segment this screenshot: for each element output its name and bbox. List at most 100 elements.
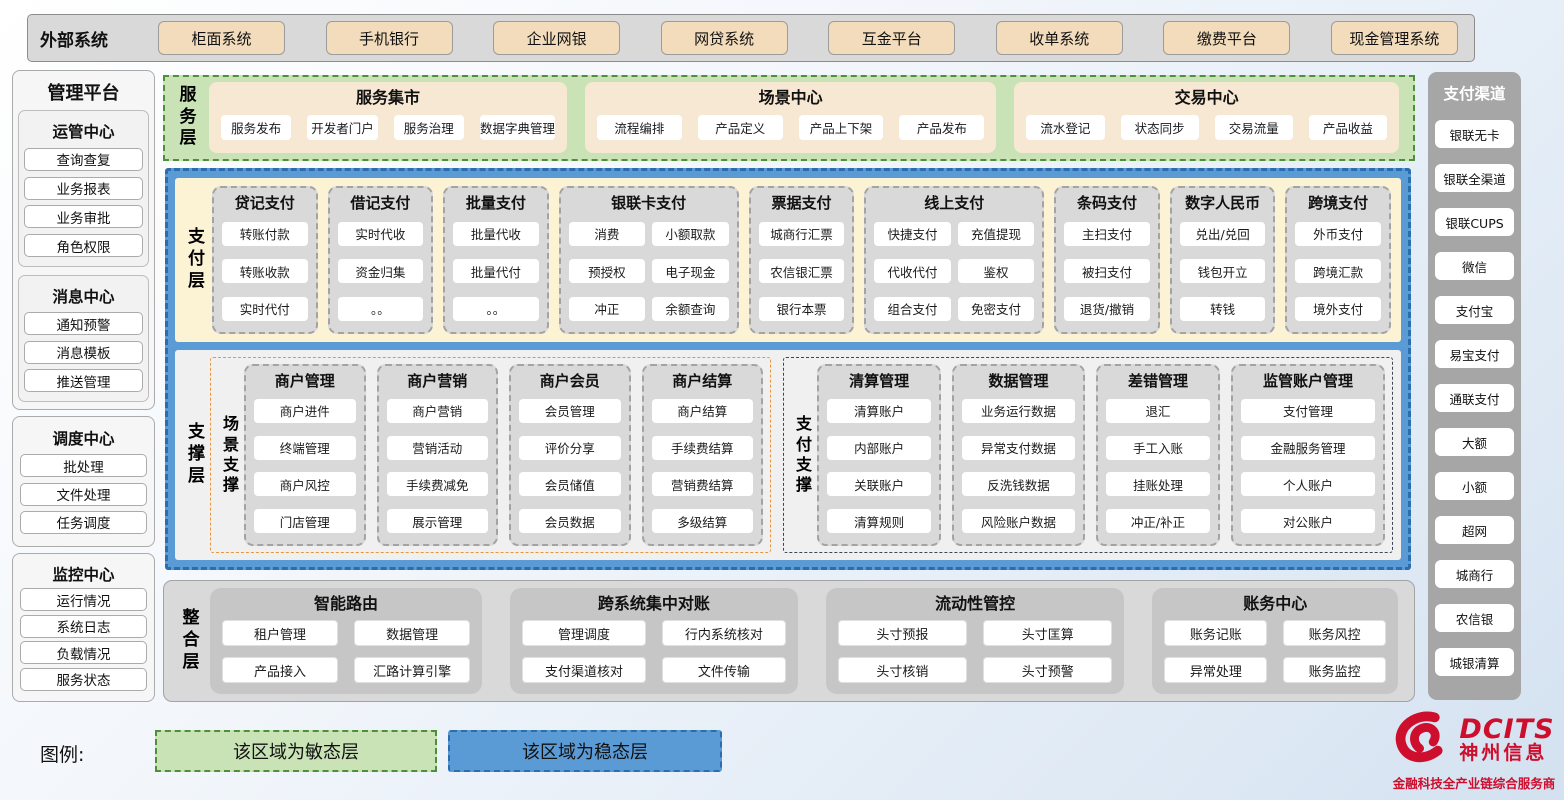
payment-item-button[interactable]: 。。	[338, 297, 424, 321]
payment-item-button[interactable]: 代收代付	[874, 259, 951, 283]
payment-item-button[interactable]: 转钱	[1180, 297, 1266, 321]
payment-channel-button[interactable]: 微信	[1435, 252, 1514, 280]
support-item-button[interactable]: 内部账户	[827, 436, 931, 460]
payment-item-button[interactable]: 跨境汇款	[1295, 259, 1381, 283]
service-item-button[interactable]: 交易流量	[1215, 115, 1293, 140]
support-item-button[interactable]: 对公账户	[1241, 509, 1375, 533]
support-item-button[interactable]: 手续费减免	[387, 472, 489, 496]
payment-item-button[interactable]: 资金归集	[338, 259, 424, 283]
payment-item-button[interactable]: 境外支付	[1295, 297, 1381, 321]
integration-item-button[interactable]: 头寸预警	[983, 657, 1112, 683]
support-item-button[interactable]: 退汇	[1106, 399, 1210, 423]
payment-item-button[interactable]: 转账收款	[222, 259, 308, 283]
support-item-button[interactable]: 营销费结算	[652, 472, 754, 496]
payment-channel-button[interactable]: 城银清算	[1435, 648, 1514, 676]
mgmt-item-button[interactable]: 运行情况	[20, 588, 147, 611]
support-item-button[interactable]: 清算规则	[827, 509, 931, 533]
service-item-button[interactable]: 产品发布	[899, 115, 984, 140]
integration-item-button[interactable]: 文件传输	[662, 657, 786, 683]
integration-item-button[interactable]: 头寸预报	[838, 620, 967, 646]
service-item-button[interactable]: 产品收益	[1309, 115, 1387, 140]
mgmt-item-button[interactable]: 批处理	[20, 454, 147, 477]
support-item-button[interactable]: 商户进件	[254, 399, 356, 423]
payment-item-button[interactable]: 实时代收	[338, 222, 424, 246]
support-item-button[interactable]: 会员管理	[519, 399, 621, 423]
payment-item-button[interactable]: 批量代付	[453, 259, 539, 283]
support-item-button[interactable]: 冲正/补正	[1106, 509, 1210, 533]
service-item-button[interactable]: 状态同步	[1121, 115, 1199, 140]
mgmt-item-button[interactable]: 业务审批	[24, 205, 143, 228]
mgmt-item-button[interactable]: 查询查复	[24, 148, 143, 171]
support-item-button[interactable]: 会员数据	[519, 509, 621, 533]
mgmt-item-button[interactable]: 服务状态	[20, 668, 147, 691]
integration-item-button[interactable]: 支付渠道核对	[522, 657, 646, 683]
integration-item-button[interactable]: 账务监控	[1283, 657, 1386, 683]
support-item-button[interactable]: 异常支付数据	[962, 436, 1075, 460]
mgmt-item-button[interactable]: 系统日志	[20, 615, 147, 638]
external-system-button[interactable]: 企业网银	[493, 21, 620, 55]
support-item-button[interactable]: 商户结算	[652, 399, 754, 423]
payment-channel-button[interactable]: 银联全渠道	[1435, 164, 1514, 192]
service-item-button[interactable]: 流水登记	[1026, 115, 1104, 140]
integration-item-button[interactable]: 行内系统核对	[662, 620, 786, 646]
payment-item-button[interactable]: 批量代收	[453, 222, 539, 246]
payment-item-button[interactable]: 预授权	[569, 259, 646, 283]
support-item-button[interactable]: 商户风控	[254, 472, 356, 496]
external-system-button[interactable]: 柜面系统	[158, 21, 285, 55]
payment-item-button[interactable]: 消费	[569, 222, 646, 246]
service-item-button[interactable]: 开发者门户	[307, 115, 377, 140]
support-item-button[interactable]: 风险账户数据	[962, 509, 1075, 533]
support-item-button[interactable]: 清算账户	[827, 399, 931, 423]
payment-item-button[interactable]: 主扫支付	[1064, 222, 1150, 246]
payment-item-button[interactable]: 银行本票	[759, 297, 845, 321]
integration-item-button[interactable]: 产品接入	[222, 657, 338, 683]
payment-item-button[interactable]: 电子现金	[652, 259, 729, 283]
support-item-button[interactable]: 多级结算	[652, 509, 754, 533]
integration-item-button[interactable]: 数据管理	[354, 620, 470, 646]
integration-item-button[interactable]: 租户管理	[222, 620, 338, 646]
service-item-button[interactable]: 流程编排	[597, 115, 682, 140]
payment-channel-button[interactable]: 银联CUPS	[1435, 208, 1514, 236]
mgmt-item-button[interactable]: 消息模板	[24, 341, 143, 364]
payment-item-button[interactable]: 被扫支付	[1064, 259, 1150, 283]
mgmt-item-button[interactable]: 推送管理	[24, 369, 143, 392]
integration-item-button[interactable]: 管理调度	[522, 620, 646, 646]
support-item-button[interactable]: 手续费结算	[652, 436, 754, 460]
payment-item-button[interactable]: 鉴权	[958, 259, 1035, 283]
payment-item-button[interactable]: 钱包开立	[1180, 259, 1266, 283]
external-system-button[interactable]: 互金平台	[828, 21, 955, 55]
integration-item-button[interactable]: 异常处理	[1164, 657, 1267, 683]
payment-channel-button[interactable]: 易宝支付	[1435, 340, 1514, 368]
external-system-button[interactable]: 网贷系统	[661, 21, 788, 55]
mgmt-item-button[interactable]: 角色权限	[24, 234, 143, 257]
support-item-button[interactable]: 营销活动	[387, 436, 489, 460]
external-system-button[interactable]: 缴费平台	[1163, 21, 1290, 55]
payment-channel-button[interactable]: 通联支付	[1435, 384, 1514, 412]
mgmt-item-button[interactable]: 通知预警	[24, 312, 143, 335]
payment-channel-button[interactable]: 城商行	[1435, 560, 1514, 588]
service-item-button[interactable]: 产品上下架	[799, 115, 884, 140]
payment-item-button[interactable]: 组合支付	[874, 297, 951, 321]
support-item-button[interactable]: 评价分享	[519, 436, 621, 460]
mgmt-item-button[interactable]: 负载情况	[20, 641, 147, 664]
mgmt-item-button[interactable]: 业务报表	[24, 177, 143, 200]
service-item-button[interactable]: 服务治理	[394, 115, 464, 140]
support-item-button[interactable]: 关联账户	[827, 472, 931, 496]
payment-item-button[interactable]: 外币支付	[1295, 222, 1381, 246]
payment-channel-button[interactable]: 超网	[1435, 516, 1514, 544]
support-item-button[interactable]: 金融服务管理	[1241, 436, 1375, 460]
payment-channel-button[interactable]: 大额	[1435, 428, 1514, 456]
support-item-button[interactable]: 支付管理	[1241, 399, 1375, 423]
payment-channel-button[interactable]: 农信银	[1435, 604, 1514, 632]
integration-item-button[interactable]: 头寸匡算	[983, 620, 1112, 646]
payment-item-button[interactable]: 小额取款	[652, 222, 729, 246]
payment-channel-button[interactable]: 小额	[1435, 472, 1514, 500]
external-system-button[interactable]: 现金管理系统	[1331, 21, 1458, 55]
integration-item-button[interactable]: 汇路计算引擎	[354, 657, 470, 683]
payment-item-button[interactable]: 充值提现	[958, 222, 1035, 246]
external-system-button[interactable]: 手机银行	[326, 21, 453, 55]
support-item-button[interactable]: 挂账处理	[1106, 472, 1210, 496]
support-item-button[interactable]: 门店管理	[254, 509, 356, 533]
payment-channel-button[interactable]: 银联无卡	[1435, 120, 1514, 148]
service-item-button[interactable]: 数据字典管理	[480, 115, 555, 140]
